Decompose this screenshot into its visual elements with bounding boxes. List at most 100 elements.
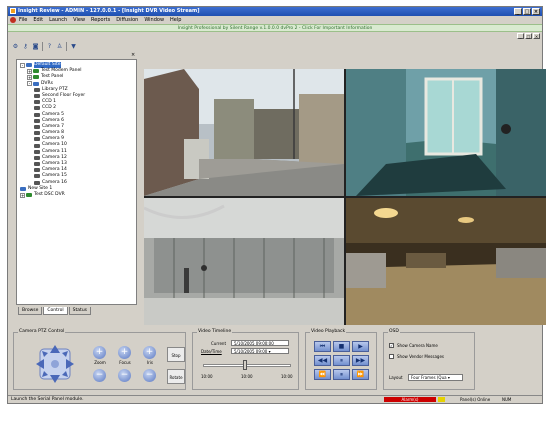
app-icon [10,8,16,14]
osd-group: OSD ✓ Show Camera Name Show Vendor Messa… [383,329,475,390]
focus-in-button[interactable]: + [118,346,131,359]
expand-icon[interactable]: + [27,68,32,74]
collapse-icon[interactable]: - [20,62,25,68]
key-icon[interactable]: ⚷ [22,43,29,51]
show-camera-name-label: Show Camera Name [397,343,438,348]
menu-help[interactable]: Help [170,17,181,23]
panel-info: Panel(s) Online [460,397,491,402]
camera-icon [34,94,40,99]
tree-item-label: Test DSC DVR [34,191,65,197]
close-button[interactable]: × [532,8,540,15]
alarm-indicator[interactable]: Alarm(s) [384,397,436,402]
show-vendor-messages-label: Show Vendor Messages [397,354,445,359]
timeline-tick-start: 10:00 [201,374,213,379]
layout-label: Layout [389,375,403,380]
menu-window[interactable]: Window [144,17,164,23]
timeline-tick-mid: 10:00 [241,374,253,379]
mdi-restore-button[interactable]: □ [525,33,532,39]
zoom-in-button[interactable]: + [93,346,106,359]
status-message: Launch the Serial Panel module. [11,397,84,402]
iris-close-button[interactable]: − [143,369,156,382]
camera-icon [34,87,40,92]
iris-open-button[interactable]: + [143,346,156,359]
frame-pause-button[interactable]: ⏸ [333,369,350,380]
panel-close-icon[interactable]: × [131,52,135,58]
menu-view[interactable]: View [73,17,85,23]
focus-out-button[interactable]: − [118,369,131,382]
main-window: Insight Review - ADMIN - 127.0.0.1 - [In… [7,6,546,404]
iris-label: Iris [146,360,154,365]
camera-icon [34,143,40,148]
timeline-tick-end: 10:00 [281,374,293,379]
tree-tabs: Browse Control Status [18,307,92,315]
stop-playback-button[interactable]: ■ [333,341,350,352]
fast-forward-button[interactable]: ▶▶ [352,355,369,366]
minimize-button[interactable]: _ [514,8,522,15]
settings-icon[interactable]: ⚙ [12,43,19,51]
step-forward-button[interactable]: ⏩ [352,369,369,380]
camera-icon [34,112,40,117]
mdi-close-button[interactable]: × [533,33,540,39]
camera-icon[interactable]: ◙ [32,43,39,51]
expand-icon[interactable]: + [20,192,25,198]
title-bar: Insight Review - ADMIN - 127.0.0.1 - [In… [8,7,542,16]
camera-feed-entrance[interactable] [346,69,546,196]
video-playback-group: Video Playback ⏮ ■ ▶ ◀◀ ⏸ ▶▶ ⏪ ⏸ ⏩ [305,329,377,390]
maximize-button[interactable]: □ [523,8,531,15]
user-icon[interactable]: ♙ [56,43,63,51]
info-banner[interactable]: Insight Professional by Silent Range v.1… [8,24,542,32]
warning-indicator [438,397,445,402]
tab-status[interactable]: Status [68,307,92,315]
ptz-title: Camera PTZ Control [18,329,66,334]
datetime-field[interactable]: 5/10/2005 09:00 ▾ [231,348,289,354]
dvr-icon [26,193,32,198]
pause-button[interactable]: ⏸ [333,355,350,366]
menu-edit[interactable]: Edit [33,17,43,23]
stop-button[interactable]: Stop [167,347,185,362]
app-logo-icon [10,17,16,23]
rewind-button[interactable]: ◀◀ [314,355,331,366]
mdi-minimize-button[interactable]: _ [517,33,524,39]
help-icon[interactable]: ? [46,43,53,51]
dvr-icon [33,69,39,74]
menu-reports[interactable]: Reports [91,17,110,23]
camera-feed-street[interactable] [144,69,344,196]
play-button[interactable]: ▶ [352,341,369,352]
skip-start-button[interactable]: ⏮ [314,341,331,352]
camera-icon [34,106,40,111]
menu-diffusion[interactable]: Diffusion [116,17,138,23]
num-lock-indicator: NUM [502,397,512,402]
collapse-icon[interactable]: - [27,81,32,87]
tree-item[interactable]: + Test DSC DVR [17,192,136,198]
site-icon [20,186,26,191]
video-timeline-group: Video Timeline Current 5/10/2005 09:00:0… [192,329,299,390]
timeline-slider-track[interactable] [203,364,291,367]
camera-feed-atrium[interactable] [144,198,344,325]
zoom-label: Zoom [94,360,106,365]
site-icon [33,81,39,86]
show-camera-name-checkbox[interactable]: ✓ [389,343,394,348]
toolbar-separator [66,42,67,51]
expand-icon[interactable]: + [27,74,32,80]
site-tree[interactable]: - Default Site + Test Modem Panel + Test Pane… [16,59,137,305]
show-vendor-messages-checkbox[interactable] [389,354,394,359]
menu-bar: File Edit Launch View Reports Diffusion … [8,16,542,24]
toolbar: ⚙ ⚷ ◙ ? ♙ ▼ [8,40,138,53]
focus-label: Focus [119,360,131,365]
rotate-button[interactable]: Rotate [167,369,185,384]
ptz-control-group: Camera PTZ Control + − Zoom + − Focus + … [13,329,186,390]
tab-browse[interactable]: Browse [18,307,43,315]
step-back-button[interactable]: ⏪ [314,369,331,380]
ptz-direction-pad[interactable] [34,343,76,385]
osd-title: OSD [388,329,400,334]
timeline-slider-thumb[interactable] [243,360,247,370]
tab-control[interactable]: Control [43,307,68,315]
video-grid [144,69,546,325]
camera-feed-parking[interactable] [346,198,546,325]
layout-select[interactable]: Four Frames (Qua ▾ [408,374,463,381]
filter-icon[interactable]: ▼ [70,43,77,51]
menu-file[interactable]: File [19,17,27,23]
menu-launch[interactable]: Launch [49,17,67,23]
current-time-field: 5/10/2005 09:00:00 [231,340,289,346]
zoom-out-button[interactable]: − [93,369,106,382]
